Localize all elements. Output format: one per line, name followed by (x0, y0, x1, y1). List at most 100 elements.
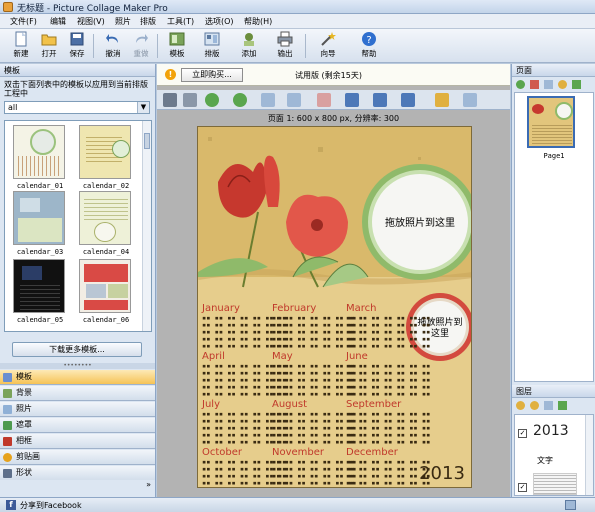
template-button[interactable]: 模板 (160, 31, 194, 62)
send-backward-icon[interactable] (233, 93, 247, 107)
delete-icon[interactable] (317, 93, 331, 107)
calendar-week-row: ▪▪ ▪▪ ▪▪ ▪▪ ▪▪ ▪▪ ▪▪ (346, 438, 430, 446)
trial-status: 试用版 (剩余15天) (295, 71, 362, 80)
svg-text:这里: 这里 (431, 327, 449, 339)
screen-icon[interactable] (565, 500, 576, 510)
template-thumb[interactable]: calendar_06 (75, 259, 137, 331)
help-question-icon: ? (362, 32, 376, 46)
download-more-templates-button[interactable]: 下载更多模板... (12, 342, 142, 357)
rotate-left-icon[interactable] (261, 93, 275, 107)
calendar-week-row: ▪▪ ▪▪ ▪▪ ▪▪ ▪▪ ▪▪ ▪▪ (272, 342, 356, 350)
month-label: August (272, 399, 307, 410)
menu-edit[interactable]: 编辑 (50, 16, 66, 27)
month-label: October (202, 447, 243, 458)
layout-button[interactable]: 排版 (195, 31, 229, 62)
add-photo-icon (244, 33, 254, 46)
menu-photo[interactable]: 照片 (115, 16, 131, 27)
align-icon[interactable] (345, 93, 359, 107)
layer-up-icon[interactable] (516, 401, 525, 410)
menu-view[interactable]: 视图(V) (77, 16, 105, 27)
menu-layout[interactable]: 排版 (140, 16, 156, 27)
buy-now-button[interactable]: 立即购买... (181, 68, 243, 82)
properties-icon[interactable] (463, 93, 477, 107)
add-page-icon[interactable] (516, 80, 525, 89)
printer-icon (277, 31, 293, 47)
magic-wand-icon (321, 32, 336, 46)
calendar-week-row: ▪▪ ▪▪ ▪▪ ▪▪ ▪▪ ▪▪ ▪▪ (346, 342, 430, 350)
menu-options[interactable]: 选项(O) (205, 16, 234, 27)
title-bar: 无标题 - Picture Collage Maker Pro (0, 0, 595, 14)
nav-background[interactable]: 背景 (0, 386, 155, 401)
chevron-down-icon[interactable]: ▼ (137, 102, 149, 113)
nav-masks[interactable]: 遮罩 (0, 418, 155, 433)
layer-calendar-preview[interactable] (533, 473, 577, 495)
background-icon (3, 389, 12, 398)
template-thumb[interactable]: calendar_01 (9, 125, 71, 197)
redo-button[interactable]: 重做 (124, 31, 158, 62)
template-thumb[interactable]: calendar_03 (9, 191, 71, 263)
toolbar-separator (93, 34, 94, 58)
arrange-icon[interactable] (401, 93, 415, 107)
nav-clipart[interactable]: 剪贴画 (0, 450, 155, 465)
help-button[interactable]: ? 帮助 (352, 31, 386, 62)
page-thumbnail[interactable] (527, 96, 575, 148)
calendar-months: January▪▪ ▪▪ ▪▪ ▪▪ ▪▪ ▪▪ ▪▪▪▪ ▪▪ ▪▪ ▪▪ ▪… (201, 303, 430, 488)
layer-visibility-checkbox[interactable]: ✓ (518, 483, 527, 492)
frame-icon (3, 437, 12, 446)
trial-info-bar: ! 立即购买... 试用版 (剩余15天) (157, 64, 510, 86)
month-label: May (272, 351, 293, 362)
menu-file[interactable]: 文件(F) (10, 16, 37, 27)
right-panel: 页面 Page1 图层 ✓ 2013 文字 ✓ (511, 64, 595, 497)
template-thumb[interactable]: calendar_04 (75, 191, 137, 263)
collage-canvas[interactable]: 拖放照片到这里 拖放照片到 这里 January ▪▪ ▪▪ ▪▪ ▪▪ ▪▪ ▪… (197, 126, 472, 488)
add-button[interactable]: 添加 (232, 31, 266, 62)
layers-scrollbar[interactable] (585, 415, 593, 495)
shape-icon (3, 469, 12, 478)
wizard-button[interactable]: 向导 (311, 31, 345, 62)
template-filter-select[interactable]: all ▼ (4, 101, 150, 114)
select-tool-icon[interactable] (163, 93, 177, 107)
layer-top-icon[interactable] (544, 401, 553, 410)
menu-help[interactable]: 帮助(H) (244, 16, 272, 27)
template-gallery[interactable]: calendar_01 calendar_02 calendar_03 cale… (4, 120, 152, 332)
rotate-right-icon[interactable] (287, 93, 301, 107)
warning-icon: ! (165, 69, 176, 80)
crop-tool-icon[interactable] (183, 93, 197, 107)
calendar-week-row: ▪▪ ▪▪ ▪▪ ▪▪ ▪▪ ▪▪ ▪▪ (272, 390, 356, 398)
nav-photos[interactable]: 照片 (0, 402, 155, 417)
layer-down-icon[interactable] (530, 401, 539, 410)
facebook-icon[interactable]: f (6, 500, 16, 510)
color-picker-icon[interactable] (435, 93, 449, 107)
menu-tools[interactable]: 工具(T) (167, 16, 194, 27)
template-panel: 模板 双击下面列表中的模板以应用到当前排版工程中 all ▼ calendar_… (0, 64, 156, 497)
layer-type-label: 文字 (537, 456, 553, 465)
move-up-icon[interactable] (558, 80, 567, 89)
save-button[interactable]: 保存 (60, 31, 94, 62)
main-toolbar: 新建 打开 保存 撤消 重做 模板 排版 添加 输出 向导 ? 帮助 (0, 29, 595, 63)
layer-visibility-checkbox[interactable]: ✓ (518, 429, 527, 438)
mask-icon (3, 421, 12, 430)
move-down-icon[interactable] (572, 80, 581, 89)
layers-title: 图层 (512, 385, 595, 398)
layers-list[interactable]: ✓ 2013 文字 ✓ (514, 414, 594, 496)
template-thumb[interactable]: calendar_05 (9, 259, 71, 331)
template-thumb[interactable]: calendar_02 (75, 125, 137, 197)
copy-page-icon[interactable] (544, 80, 553, 89)
nav-templates[interactable]: 模板 (0, 370, 155, 385)
nav-frames[interactable]: 相框 (0, 434, 155, 449)
month-label: November (272, 447, 325, 458)
output-button[interactable]: 输出 (268, 31, 302, 62)
layer-year-preview[interactable]: 2013 (533, 423, 569, 439)
calendar-week-row: ▪▪ ▪▪ ▪▪ ▪▪ ▪▪ ▪▪ ▪▪ (346, 486, 430, 488)
layer-bottom-icon[interactable] (558, 401, 567, 410)
nav-shapes[interactable]: 形状 (0, 466, 155, 481)
panel-splitter[interactable]: •••••••• (0, 363, 155, 369)
save-disk-icon (70, 32, 84, 46)
bring-forward-icon[interactable] (205, 93, 219, 107)
gallery-scrollbar[interactable] (142, 121, 151, 331)
nav-more-button[interactable]: » (0, 480, 155, 496)
share-facebook-link[interactable]: 分享到Facebook (20, 500, 82, 511)
pages-list[interactable]: Page1 (514, 92, 594, 382)
delete-page-icon[interactable] (530, 80, 539, 89)
distribute-icon[interactable] (373, 93, 387, 107)
